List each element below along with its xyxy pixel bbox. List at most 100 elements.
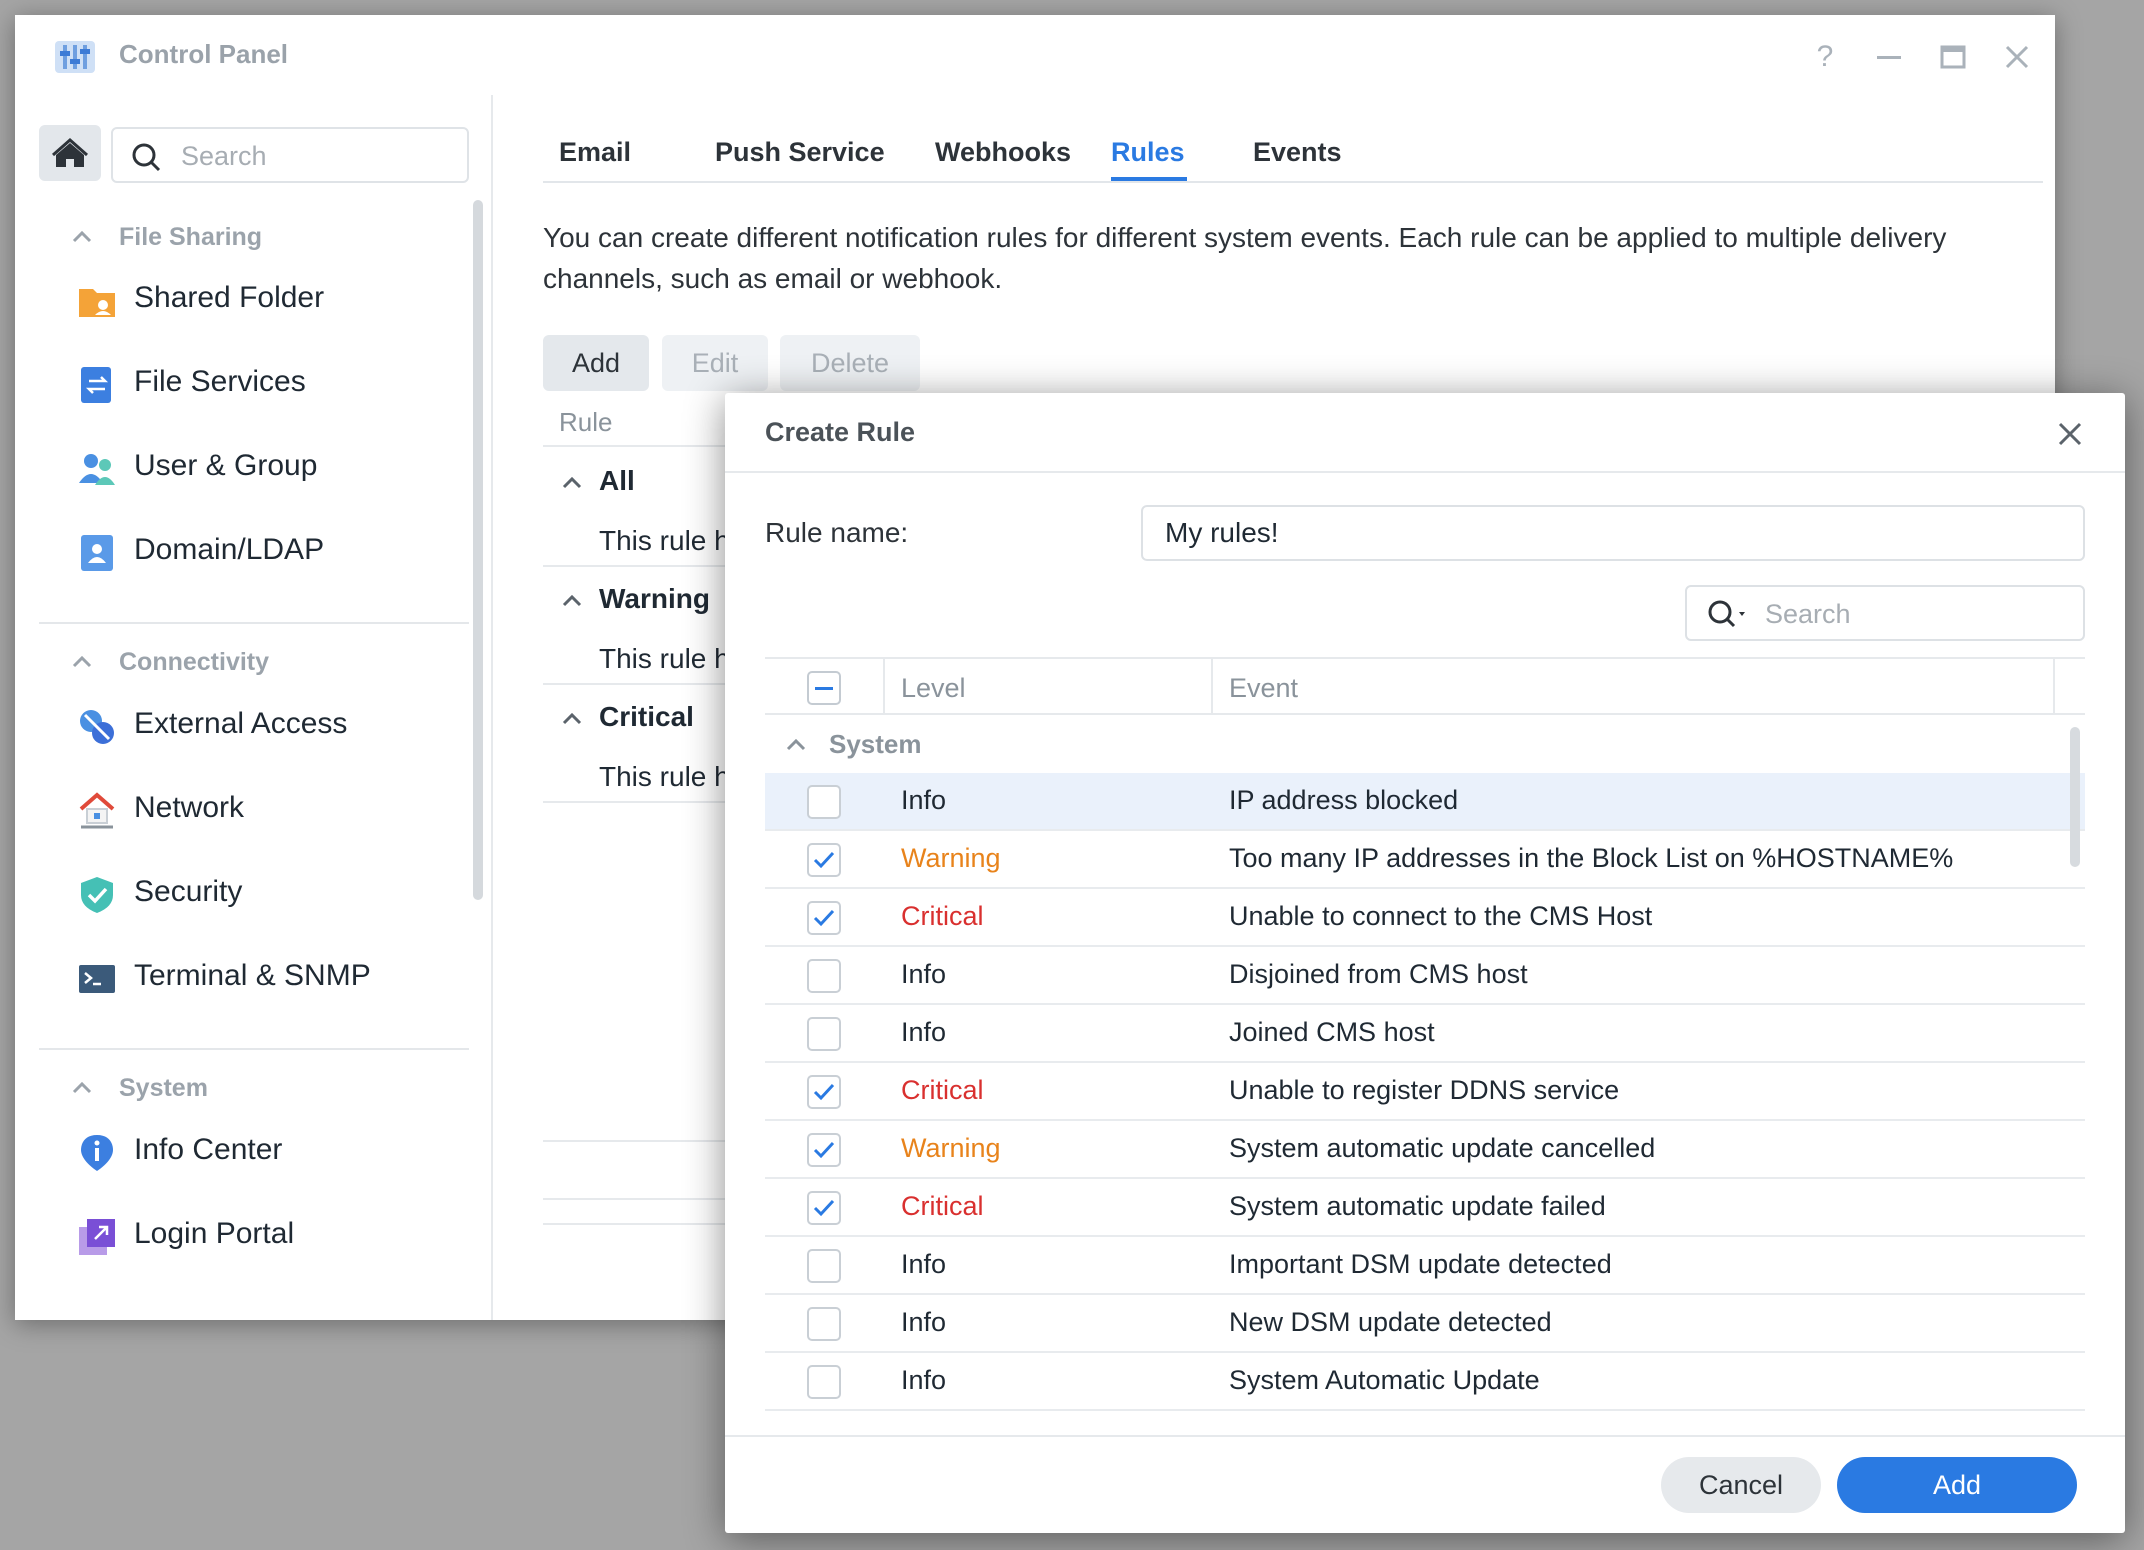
- checkbox-unchecked[interactable]: [807, 1307, 841, 1341]
- minimize-icon[interactable]: [1869, 37, 1909, 77]
- rule-group-desc: This rule ha: [599, 761, 746, 792]
- checkbox-checked[interactable]: [807, 843, 841, 877]
- dialog-header-divider: [725, 471, 2125, 473]
- sidebar-item-login-portal[interactable]: Login Portal: [63, 1205, 463, 1265]
- event-search-input[interactable]: Search: [1685, 585, 2085, 641]
- maximize-icon[interactable]: [1933, 37, 1973, 77]
- tab-rules[interactable]: Rules: [1111, 137, 1185, 168]
- sidebar-item-file-services[interactable]: File Services: [63, 353, 463, 413]
- close-icon[interactable]: [2055, 419, 2085, 449]
- event-column-header[interactable]: Event: [1229, 673, 1298, 704]
- event-name: IP address blocked: [1229, 785, 1459, 815]
- sidebar-item-domain-ldap[interactable]: Domain/LDAP: [63, 521, 463, 581]
- edit-rule-button[interactable]: Edit: [662, 335, 768, 391]
- level-column-header[interactable]: Level: [901, 673, 966, 704]
- sidebar-item-user-group[interactable]: User & Group: [63, 437, 463, 497]
- sidebar-item-info-center[interactable]: Info Center: [63, 1121, 463, 1181]
- event-row[interactable]: Warning Too many IP addresses in the Bloc…: [765, 831, 2085, 889]
- event-row[interactable]: Critical Unable to connect to the CMS Hos…: [765, 889, 2085, 947]
- tab-webhooks[interactable]: Webhooks: [935, 137, 1071, 168]
- event-name: Unable to connect to the CMS Host: [1229, 901, 1653, 931]
- cancel-button[interactable]: Cancel: [1661, 1457, 1821, 1513]
- sidebar-item-external-access[interactable]: External Access: [63, 695, 463, 755]
- help-icon[interactable]: ?: [1805, 37, 1845, 77]
- checkmark-icon: [813, 909, 835, 927]
- checkbox-checked[interactable]: [807, 901, 841, 935]
- rule-name-input[interactable]: My rules!: [1141, 505, 2085, 561]
- chevron-up-icon: [72, 230, 92, 243]
- delete-rule-button[interactable]: Delete: [780, 335, 920, 391]
- checkbox-unchecked[interactable]: [807, 1365, 841, 1399]
- sidebar-item-label: External Access: [134, 707, 348, 740]
- control-panel-app-icon: [55, 41, 95, 73]
- event-row[interactable]: Critical Unable to register DDNS service: [765, 1063, 2085, 1121]
- event-row[interactable]: Info Joined CMS host: [765, 1005, 2085, 1063]
- network-icon: [79, 792, 115, 829]
- dialog-title: Create Rule: [765, 417, 916, 447]
- title-bar: Control Panel ?: [15, 15, 2055, 95]
- sidebar-search-placeholder: Search: [181, 141, 267, 171]
- sidebar-item-label: File Services: [134, 365, 306, 398]
- event-level: Critical: [901, 901, 984, 931]
- login-portal-icon: [79, 1219, 115, 1255]
- sidebar-item-terminal-snmp[interactable]: Terminal & SNMP: [63, 947, 463, 1007]
- event-level: Warning: [901, 1133, 1001, 1163]
- checkbox-checked[interactable]: [807, 1191, 841, 1225]
- sidebar-item-label: Shared Folder: [134, 281, 325, 314]
- event-row[interactable]: Info IP address blocked: [765, 773, 2085, 831]
- tab-events[interactable]: Events: [1253, 137, 1342, 168]
- select-all-checkbox[interactable]: [807, 671, 841, 705]
- chevron-up-icon: [72, 1081, 92, 1094]
- tab-email[interactable]: Email: [559, 137, 631, 168]
- sidebar-item-label: User & Group: [134, 449, 318, 482]
- dialog-footer-divider: [725, 1435, 2125, 1437]
- sidebar-scrollbar[interactable]: [473, 200, 483, 900]
- add-rule-button[interactable]: Add: [543, 335, 649, 391]
- chevron-up-icon: [786, 738, 806, 751]
- column-separator: [1211, 659, 1213, 715]
- sidebar-item-label: Security: [134, 875, 243, 908]
- checkmark-icon: [813, 1083, 835, 1101]
- checkbox-unchecked[interactable]: [807, 959, 841, 993]
- close-window-icon[interactable]: [1997, 37, 2037, 77]
- sidebar-search-input[interactable]: Search: [111, 127, 469, 183]
- home-button[interactable]: [39, 125, 101, 181]
- sidebar-item-security[interactable]: Security: [63, 863, 463, 923]
- events-grid-header: Level Event: [765, 657, 2085, 715]
- window-title: Control Panel: [119, 39, 289, 69]
- info-center-icon: [81, 1135, 113, 1171]
- column-separator: [2053, 659, 2055, 715]
- sidebar-item-label: Terminal & SNMP: [134, 959, 371, 992]
- user-group-icon: [79, 454, 115, 485]
- checkbox-checked[interactable]: [807, 1075, 841, 1109]
- checkbox-unchecked[interactable]: [807, 1249, 841, 1283]
- event-row[interactable]: Info Important DSM update detected: [765, 1237, 2085, 1295]
- grid-scrollbar[interactable]: [2070, 727, 2080, 867]
- events-grid: Level Event System Info IP address blocke…: [765, 657, 2085, 1417]
- search-filter-icon: [1708, 600, 1745, 628]
- event-row[interactable]: Info New DSM update detected: [765, 1295, 2085, 1353]
- active-tab-indicator: [1111, 177, 1187, 181]
- search-icon: [132, 143, 161, 172]
- rule-group-desc: This rule ha: [599, 525, 746, 556]
- tab-push-service[interactable]: Push Service: [715, 137, 885, 168]
- checkbox-unchecked[interactable]: [807, 785, 841, 819]
- tab-bar: Email Push Service Webhooks Rules Events: [543, 125, 2043, 183]
- checkbox-checked[interactable]: [807, 1133, 841, 1167]
- add-button[interactable]: Add: [1837, 1457, 2077, 1513]
- event-name: Important DSM update detected: [1229, 1249, 1612, 1279]
- event-level: Info: [901, 785, 947, 815]
- rules-description: You can create different notification ru…: [543, 222, 1947, 294]
- system-group-row[interactable]: System: [765, 715, 2085, 773]
- event-row[interactable]: Info Disjoined from CMS host: [765, 947, 2085, 1005]
- event-row[interactable]: Warning System automatic update cancelled: [765, 1121, 2085, 1179]
- checkmark-icon: [813, 1199, 835, 1217]
- chevron-up-icon: [72, 655, 92, 668]
- event-row[interactable]: Critical System automatic update failed: [765, 1179, 2085, 1237]
- sidebar-item-shared-folder[interactable]: Shared Folder: [63, 269, 463, 329]
- event-row[interactable]: Info System Automatic Update: [765, 1353, 2085, 1411]
- sidebar-item-network[interactable]: Network: [63, 779, 463, 839]
- event-search-placeholder: Search: [1765, 599, 1851, 629]
- checkbox-unchecked[interactable]: [807, 1017, 841, 1051]
- sidebar: Search File Sharing Shared Folder File S…: [15, 95, 493, 1320]
